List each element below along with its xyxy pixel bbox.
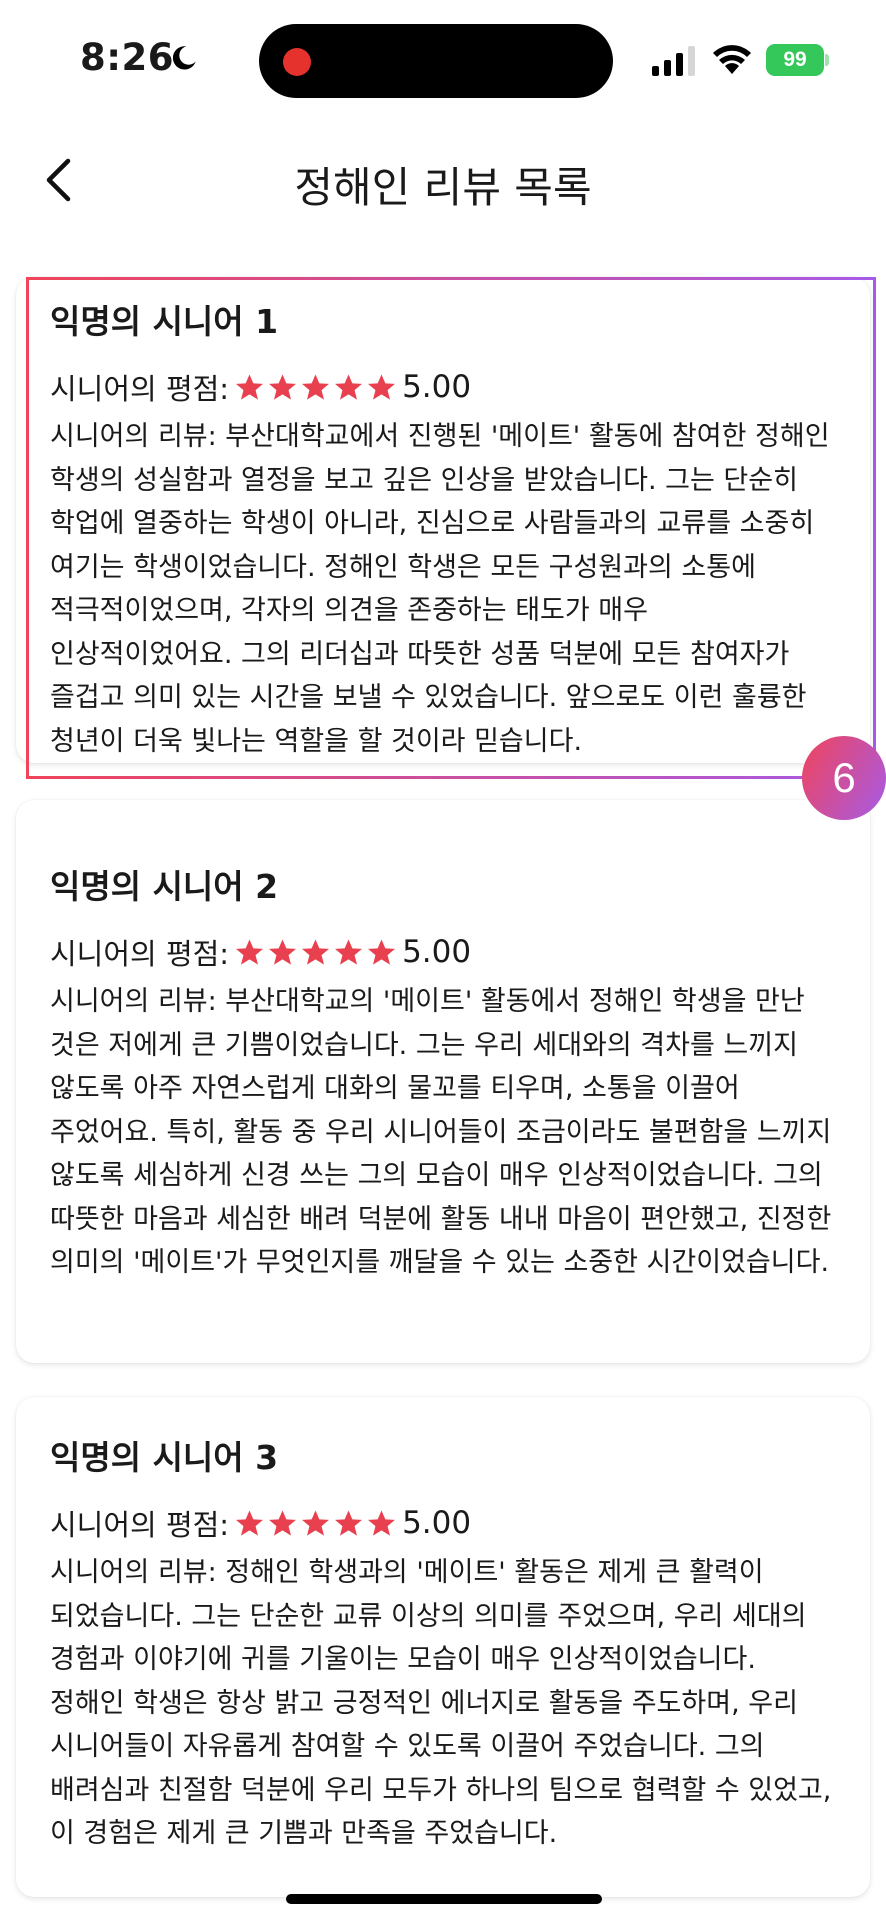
star-icon: [368, 938, 396, 965]
star-icon: [335, 938, 363, 965]
star-icon: [269, 1509, 297, 1536]
star-icon: [302, 1509, 330, 1536]
review-card[interactable]: 익명의 시니어 2 시니어의 평점: 5.00 시니어의 리뷰: 부산대학교의 …: [16, 800, 870, 1363]
star-icon: [236, 1509, 264, 1536]
review-text: 시니어의 리뷰: 부산대학교의 '메이트' 활동에서 정해인 학생을 만난 것은…: [50, 986, 832, 1278]
rating-row: 시니어의 평점: 5.00: [50, 930, 836, 974]
moon-icon: [172, 46, 196, 70]
cellular-signal-icon: [652, 46, 695, 76]
wifi-icon: [713, 45, 751, 74]
rating-label: 시니어의 평점:: [50, 1508, 230, 1542]
star-rating: [233, 1507, 398, 1540]
page-title: 정해인 리뷰 목록: [294, 163, 592, 212]
battery-level: 99: [766, 44, 824, 76]
star-rating: [233, 936, 398, 969]
reviewer-name: 익명의 시니어 2: [50, 867, 279, 906]
rating-label: 시니어의 평점:: [50, 372, 230, 406]
star-icon: [236, 373, 264, 400]
recording-indicator-icon: [283, 48, 311, 76]
star-icon: [368, 373, 396, 400]
review-text: 시니어의 리뷰: 정해인 학생과의 '메이트' 활동은 제게 큰 활력이 되었습…: [50, 1557, 832, 1849]
reviewer-name: 익명의 시니어 3: [50, 1438, 279, 1477]
home-indicator[interactable]: [286, 1894, 602, 1904]
rating-row: 시니어의 평점: 5.00: [50, 1501, 836, 1545]
review-card[interactable]: 익명의 시니어 3 시니어의 평점: 5.00 시니어의 리뷰: 정해인 학생과…: [16, 1397, 870, 1897]
rating-label: 시니어의 평점:: [50, 937, 230, 971]
review-text: 시니어의 리뷰: 부산대학교에서 진행된 '메이트' 활동에 참여한 정해인 학…: [50, 421, 830, 757]
star-icon: [269, 373, 297, 400]
highlight-badge: 6: [802, 736, 886, 820]
review-card[interactable]: 익명의 시니어 1 시니어의 평점: 5.00 시니어의 리뷰: 부산대학교에서…: [16, 277, 870, 763]
star-icon: [236, 938, 264, 965]
dynamic-island: [259, 24, 613, 98]
reviewer-name: 익명의 시니어 1: [50, 302, 279, 341]
star-icon: [269, 938, 297, 965]
rating-value: 5.00: [402, 369, 472, 405]
star-icon: [302, 373, 330, 400]
nav-bar: 정해인 리뷰 목록: [0, 130, 886, 230]
status-time: 8:26: [80, 36, 175, 79]
star-icon: [335, 1509, 363, 1536]
star-icon: [335, 373, 363, 400]
rating-row: 시니어의 평점: 5.00: [50, 365, 836, 409]
star-icon: [368, 1509, 396, 1536]
status-bar: 8:26 99: [0, 0, 886, 120]
star-rating: [233, 371, 398, 404]
rating-value: 5.00: [402, 1505, 472, 1541]
battery-icon: 99: [766, 44, 830, 76]
rating-value: 5.00: [402, 934, 472, 970]
star-icon: [302, 938, 330, 965]
